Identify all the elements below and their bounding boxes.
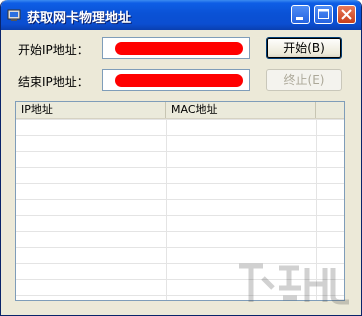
app-icon xyxy=(7,9,21,21)
maximize-button[interactable] xyxy=(314,5,333,24)
maximize-icon xyxy=(318,9,329,19)
column-header-extra[interactable] xyxy=(316,102,344,118)
end-ip-label: 结束IP地址： xyxy=(18,75,89,89)
title-bar[interactable]: 获取网卡物理地址 xyxy=(1,0,361,30)
app-window: 获取网卡物理地址 开始IP地址： 开始(B) 结束IP地址： 终止(E) IP地… xyxy=(0,0,362,316)
close-button[interactable] xyxy=(337,5,356,24)
close-icon xyxy=(341,9,352,20)
column-divider xyxy=(166,119,167,300)
start-button[interactable]: 开始(B) xyxy=(266,37,342,59)
column-header-ip[interactable]: IP地址 xyxy=(16,102,166,118)
end-ip-field[interactable] xyxy=(102,69,250,91)
watermark-logo xyxy=(239,263,349,305)
redaction-mark xyxy=(115,74,243,87)
start-ip-label: 开始IP地址： xyxy=(18,43,89,57)
redaction-mark xyxy=(115,42,243,55)
stop-button[interactable]: 终止(E) xyxy=(266,69,342,91)
list-header: IP地址 MAC地址 xyxy=(16,102,344,119)
column-header-mac[interactable]: MAC地址 xyxy=(166,102,316,118)
minimize-icon xyxy=(296,17,303,20)
minimize-button[interactable] xyxy=(291,5,310,24)
start-ip-field[interactable] xyxy=(102,37,250,59)
window-title: 获取网卡物理地址 xyxy=(27,11,132,26)
